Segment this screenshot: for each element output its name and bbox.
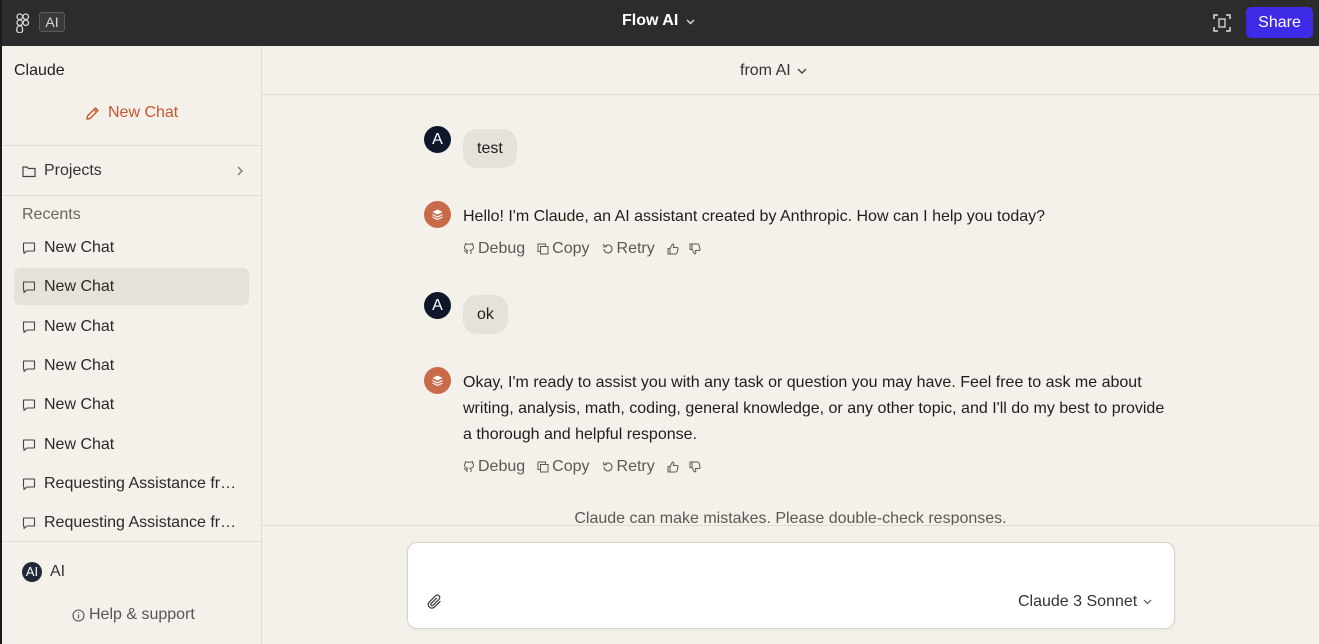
share-button[interactable]: Share	[1246, 7, 1313, 38]
sidebar-chat-label: New Chat	[44, 435, 115, 453]
new-chat-label: New Chat	[108, 104, 179, 121]
info-icon	[72, 608, 85, 622]
debug-label: Debug	[478, 240, 526, 257]
github-icon	[463, 461, 475, 472]
sidebar-chat-label: New Chat	[44, 317, 115, 335]
sidebar-chat-label: New Chat	[44, 238, 115, 256]
paperclip-icon[interactable]	[427, 594, 443, 610]
thumbs-up-icon[interactable]	[667, 461, 679, 473]
copy-icon	[537, 243, 549, 255]
conversation-source-label: from AI	[740, 62, 791, 79]
copy-button[interactable]: Copy	[537, 240, 590, 258]
divider	[2, 541, 262, 542]
copy-label: Copy	[552, 458, 590, 475]
debug-button[interactable]: Debug	[463, 240, 525, 258]
stack-icon	[432, 375, 443, 387]
chat-bubble-icon	[22, 477, 36, 490]
help-support-link[interactable]: Help & support	[72, 606, 195, 624]
conversation-header: from AI	[262, 46, 1319, 95]
thumbs-down-icon[interactable]	[689, 243, 701, 255]
message-composer: Claude 3 Sonnet	[407, 542, 1175, 629]
message-actions: Debug Copy Retry	[463, 240, 711, 258]
help-label: Help & support	[89, 606, 195, 623]
copy-label: Copy	[552, 240, 590, 257]
sidebar-chat-item[interactable]: New Chat	[14, 386, 249, 423]
chat-bubble-icon	[22, 438, 36, 451]
new-chat-button[interactable]: New Chat	[84, 104, 178, 122]
thumbs-down-icon[interactable]	[689, 461, 701, 473]
folder-icon	[22, 165, 36, 177]
disclaimer: Claude can make mistakes. Please double-…	[574, 510, 1007, 525]
file-title[interactable]: Flow AI	[622, 12, 678, 30]
message-input[interactable]	[424, 555, 1144, 579]
chat-bubble-icon	[22, 280, 36, 293]
claude-avatar	[424, 201, 451, 228]
copy-button[interactable]: Copy	[537, 458, 590, 476]
focus-mode-icon[interactable]	[1212, 13, 1232, 33]
chat-bubble-icon	[22, 241, 36, 254]
sidebar-chat-label: Requesting Assistance fr…	[44, 513, 237, 531]
sidebar-chat-label: Requesting Assistance fr…	[44, 474, 237, 492]
sidebar: Claude New Chat Projects Recents New Cha…	[0, 46, 262, 644]
claude-avatar	[424, 367, 451, 394]
copy-icon	[537, 461, 549, 473]
sidebar-chat-item[interactable]: New Chat	[14, 426, 249, 463]
projects-label: Projects	[44, 162, 102, 179]
avatar: AI	[22, 562, 42, 582]
sidebar-chat-item[interactable]: Requesting Assistance fr…	[14, 504, 249, 541]
projects-item[interactable]: Projects	[22, 159, 244, 183]
user-menu[interactable]: AI AI	[22, 562, 65, 582]
chat-bubble-icon	[22, 398, 36, 411]
model-selector[interactable]: Claude 3 Sonnet	[1018, 593, 1152, 611]
sidebar-chat-label: New Chat	[44, 395, 115, 413]
sidebar-chat-item[interactable]: New Chat	[14, 347, 249, 384]
pencil-icon	[86, 106, 99, 120]
user-avatar: A	[424, 126, 451, 153]
chevron-down-icon[interactable]	[686, 19, 695, 25]
assistant-message: Okay, I'm ready to assist you with any t…	[463, 374, 1165, 443]
retry-icon	[602, 243, 612, 254]
message-actions: Debug Copy Retry	[463, 458, 711, 476]
top-bar: AI Flow AI Share	[0, 0, 1319, 46]
user-avatar: A	[424, 292, 451, 319]
sidebar-chat-item[interactable]: New Chat	[14, 229, 249, 266]
user-name: AI	[50, 563, 66, 580]
chat-bubble-icon	[22, 516, 36, 529]
recents-heading: Recents	[22, 206, 81, 223]
chat-bubble-icon	[22, 359, 36, 372]
conversation-source-dropdown[interactable]: from AI	[740, 62, 807, 80]
divider	[2, 195, 262, 196]
sidebar-chat-label: New Chat	[44, 277, 115, 295]
debug-label: Debug	[478, 458, 526, 475]
chat-bubble-icon	[22, 320, 36, 333]
model-label: Claude 3 Sonnet	[1018, 593, 1138, 610]
retry-button[interactable]: Retry	[602, 240, 655, 258]
sidebar-chat-item[interactable]: New Chat	[14, 308, 249, 345]
sidebar-title: Claude	[14, 62, 65, 79]
retry-label: Retry	[616, 458, 655, 475]
github-icon	[463, 243, 475, 254]
ai-badge[interactable]: AI	[39, 12, 65, 32]
sidebar-chat-item[interactable]: New Chat	[14, 268, 249, 305]
retry-button[interactable]: Retry	[602, 458, 655, 476]
debug-button[interactable]: Debug	[463, 458, 525, 476]
sidebar-chat-label: New Chat	[44, 356, 115, 374]
retry-icon	[602, 461, 612, 472]
chevron-down-icon	[797, 68, 807, 74]
stack-icon	[432, 209, 443, 221]
assistant-message: Hello! I'm Claude, an AI assistant creat…	[463, 208, 1046, 225]
chevron-down-icon	[1143, 599, 1152, 605]
chevron-right-icon	[237, 166, 243, 176]
divider	[2, 145, 262, 146]
user-message: test	[463, 129, 517, 168]
thumbs-up-icon[interactable]	[667, 243, 679, 255]
sidebar-chat-item[interactable]: Requesting Assistance fr…	[14, 465, 249, 502]
user-message: ok	[463, 295, 508, 334]
divider	[262, 525, 1319, 526]
figma-icon[interactable]	[16, 13, 30, 33]
retry-label: Retry	[616, 240, 655, 257]
